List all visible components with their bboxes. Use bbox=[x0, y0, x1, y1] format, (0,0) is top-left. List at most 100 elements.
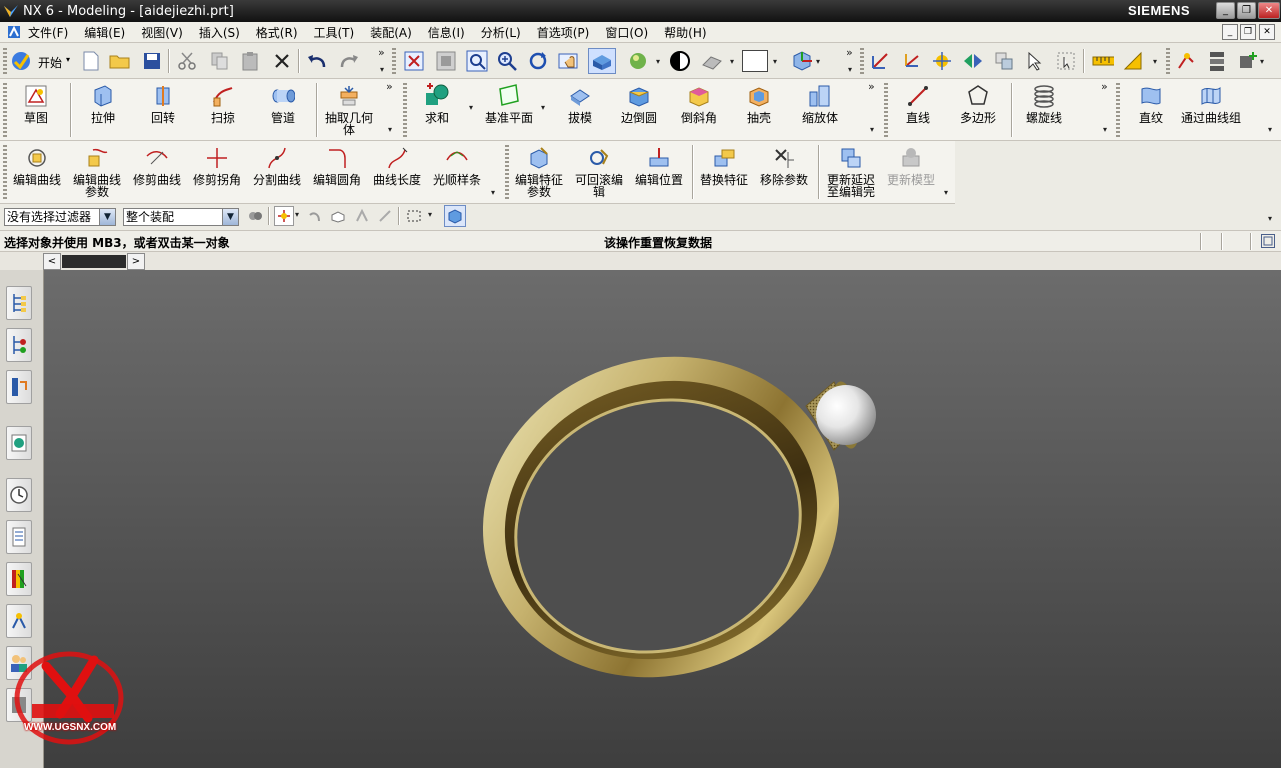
zoom-window-icon[interactable] bbox=[435, 50, 457, 72]
toolbar-grip[interactable] bbox=[505, 145, 509, 199]
smooth-spline-button[interactable]: 光顺样条 bbox=[429, 141, 485, 201]
chevron-down-icon[interactable]: ▼ bbox=[222, 209, 238, 225]
cut-icon[interactable] bbox=[176, 50, 198, 72]
selection-bar-options-arrow[interactable]: ▾ bbox=[1268, 214, 1272, 223]
visualization-icon[interactable] bbox=[6, 562, 32, 596]
edit-feature-params-button[interactable]: 编辑特征参数 bbox=[512, 141, 566, 201]
unite-dropdown[interactable]: ▾ bbox=[469, 103, 473, 112]
analysis-dropdown[interactable]: ▾ bbox=[1153, 57, 1157, 66]
ring-model[interactable] bbox=[44, 270, 1281, 768]
edge-display-icon[interactable] bbox=[701, 50, 723, 72]
chevron-down-icon[interactable]: ▼ bbox=[99, 209, 115, 225]
delete-icon[interactable] bbox=[271, 50, 293, 72]
menu-analysis[interactable]: 分析(L) bbox=[481, 24, 521, 41]
curve-length-button[interactable]: 曲线长度 bbox=[370, 141, 424, 201]
edit-position-button[interactable]: 编辑位置 bbox=[632, 141, 686, 201]
general-selection-icon[interactable] bbox=[246, 206, 264, 226]
assembly-constraint-icon[interactable] bbox=[1175, 50, 1197, 72]
save-icon[interactable] bbox=[141, 50, 163, 72]
select-feature-icon[interactable] bbox=[352, 206, 372, 226]
toolbar-grip[interactable] bbox=[1116, 83, 1120, 137]
paste-icon[interactable] bbox=[239, 50, 261, 72]
assembly-dropdown[interactable]: ▾ bbox=[1260, 57, 1264, 66]
toolbar-options-arrow[interactable]: ▾ bbox=[1268, 125, 1272, 134]
copy-icon[interactable] bbox=[209, 50, 231, 72]
toolbar-overflow[interactable]: » bbox=[386, 80, 393, 93]
menu-preferences[interactable]: 首选项(P) bbox=[537, 24, 590, 41]
constraint-navigator-icon[interactable] bbox=[6, 328, 32, 362]
toolbar-overflow[interactable]: » bbox=[868, 80, 875, 93]
toolbar-grip[interactable] bbox=[403, 83, 407, 137]
line-button[interactable]: 直线 bbox=[893, 79, 943, 139]
delay-update-button[interactable]: 更新延迟至编辑完 bbox=[822, 141, 880, 201]
menu-format[interactable]: 格式(R) bbox=[256, 24, 298, 41]
toolbar-grip[interactable] bbox=[3, 145, 7, 199]
open-folder-icon[interactable] bbox=[109, 50, 131, 72]
rectangle-select-dropdown[interactable]: ▾ bbox=[428, 210, 432, 219]
background-icon[interactable] bbox=[669, 50, 691, 72]
snap-point-icon[interactable] bbox=[931, 50, 953, 72]
draft-button[interactable]: 拔模 bbox=[555, 79, 605, 139]
chamfer-button[interactable]: 倒斜角 bbox=[674, 79, 724, 139]
update-model-button[interactable]: 更新模型 bbox=[882, 141, 940, 201]
shell-button[interactable]: 抽壳 bbox=[734, 79, 784, 139]
measure-angle-icon[interactable] bbox=[1122, 50, 1144, 72]
shaded-with-edges-icon[interactable] bbox=[588, 48, 616, 74]
start-icon[interactable] bbox=[10, 50, 32, 72]
add-component-icon[interactable] bbox=[1237, 50, 1259, 72]
wcs-icon[interactable] bbox=[900, 50, 922, 72]
menu-window[interactable]: 窗口(O) bbox=[605, 24, 648, 41]
menu-file[interactable]: 文件(F) bbox=[28, 24, 68, 41]
unite-button[interactable]: 求和 bbox=[412, 79, 462, 139]
graphics-window[interactable] bbox=[44, 270, 1281, 768]
rollback-edit-button[interactable]: 可回滚编辑 bbox=[572, 141, 626, 201]
select-object-icon[interactable] bbox=[1055, 50, 1077, 72]
pan-icon[interactable] bbox=[558, 50, 580, 72]
toolbar-options-arrow[interactable]: ▾ bbox=[491, 188, 495, 197]
full-screen-icon[interactable] bbox=[1261, 234, 1275, 248]
face-select-icon[interactable] bbox=[444, 205, 466, 227]
orient-view-dropdown[interactable]: ▾ bbox=[816, 57, 820, 66]
scale-body-button[interactable]: 缩放体 bbox=[794, 79, 846, 139]
doc-close-button[interactable]: ✕ bbox=[1259, 24, 1275, 40]
part-navigator-icon[interactable] bbox=[6, 370, 32, 404]
toolbar-grip[interactable] bbox=[860, 48, 864, 74]
menu-view[interactable]: 视图(V) bbox=[141, 24, 183, 41]
redo-icon[interactable] bbox=[338, 50, 360, 72]
menu-assemblies[interactable]: 装配(A) bbox=[370, 24, 412, 41]
scroll-right-button[interactable]: > bbox=[127, 253, 145, 270]
select-icon[interactable] bbox=[1024, 50, 1046, 72]
ruled-button[interactable]: 直纹 bbox=[1126, 79, 1176, 139]
datum-plane-button[interactable]: 基准平面 bbox=[480, 79, 538, 139]
navigator-scrollbar[interactable] bbox=[62, 255, 126, 268]
undo-selection-icon[interactable] bbox=[305, 206, 323, 226]
replace-feature-button[interactable]: 替换特征 bbox=[697, 141, 751, 201]
color-swatch-icon[interactable] bbox=[742, 50, 768, 72]
toolbar-options-arrow[interactable]: ▾ bbox=[1103, 125, 1107, 134]
revolve-button[interactable]: 回转 bbox=[138, 79, 188, 139]
toolbar-grip[interactable] bbox=[392, 48, 396, 74]
restore-button[interactable]: ❐ bbox=[1237, 2, 1256, 19]
csys-icon[interactable] bbox=[869, 50, 891, 72]
sweep-button[interactable]: 扫掠 bbox=[198, 79, 248, 139]
toolbar-grip[interactable] bbox=[1166, 48, 1170, 74]
sketch-button[interactable]: 草图 bbox=[10, 79, 62, 139]
toolbar-overflow[interactable]: » bbox=[378, 46, 385, 59]
polygon-button[interactable]: 多边形 bbox=[953, 79, 1003, 139]
nx-menu-icon[interactable] bbox=[6, 24, 22, 40]
datum-plane-dropdown[interactable]: ▾ bbox=[541, 103, 545, 112]
edge-display-dropdown[interactable]: ▾ bbox=[730, 57, 734, 66]
toolbar-overflow[interactable]: » bbox=[846, 46, 853, 59]
toolbar-options-arrow[interactable]: ▾ bbox=[848, 65, 852, 74]
process-studio-icon[interactable] bbox=[6, 604, 32, 638]
toolbar-options-arrow[interactable]: ▾ bbox=[388, 125, 392, 134]
measure-distance-icon[interactable] bbox=[1092, 50, 1114, 72]
toolbar-overflow[interactable]: » bbox=[1101, 80, 1108, 93]
move-object-icon[interactable] bbox=[962, 50, 984, 72]
tube-button[interactable]: 管道 bbox=[258, 79, 308, 139]
internet-explorer-icon[interactable] bbox=[6, 426, 32, 460]
edge-blend-button[interactable]: 边倒圆 bbox=[614, 79, 664, 139]
toolbar-grip[interactable] bbox=[3, 48, 7, 74]
doc-restore-button[interactable]: ❐ bbox=[1240, 24, 1256, 40]
color-dropdown[interactable]: ▾ bbox=[773, 57, 777, 66]
